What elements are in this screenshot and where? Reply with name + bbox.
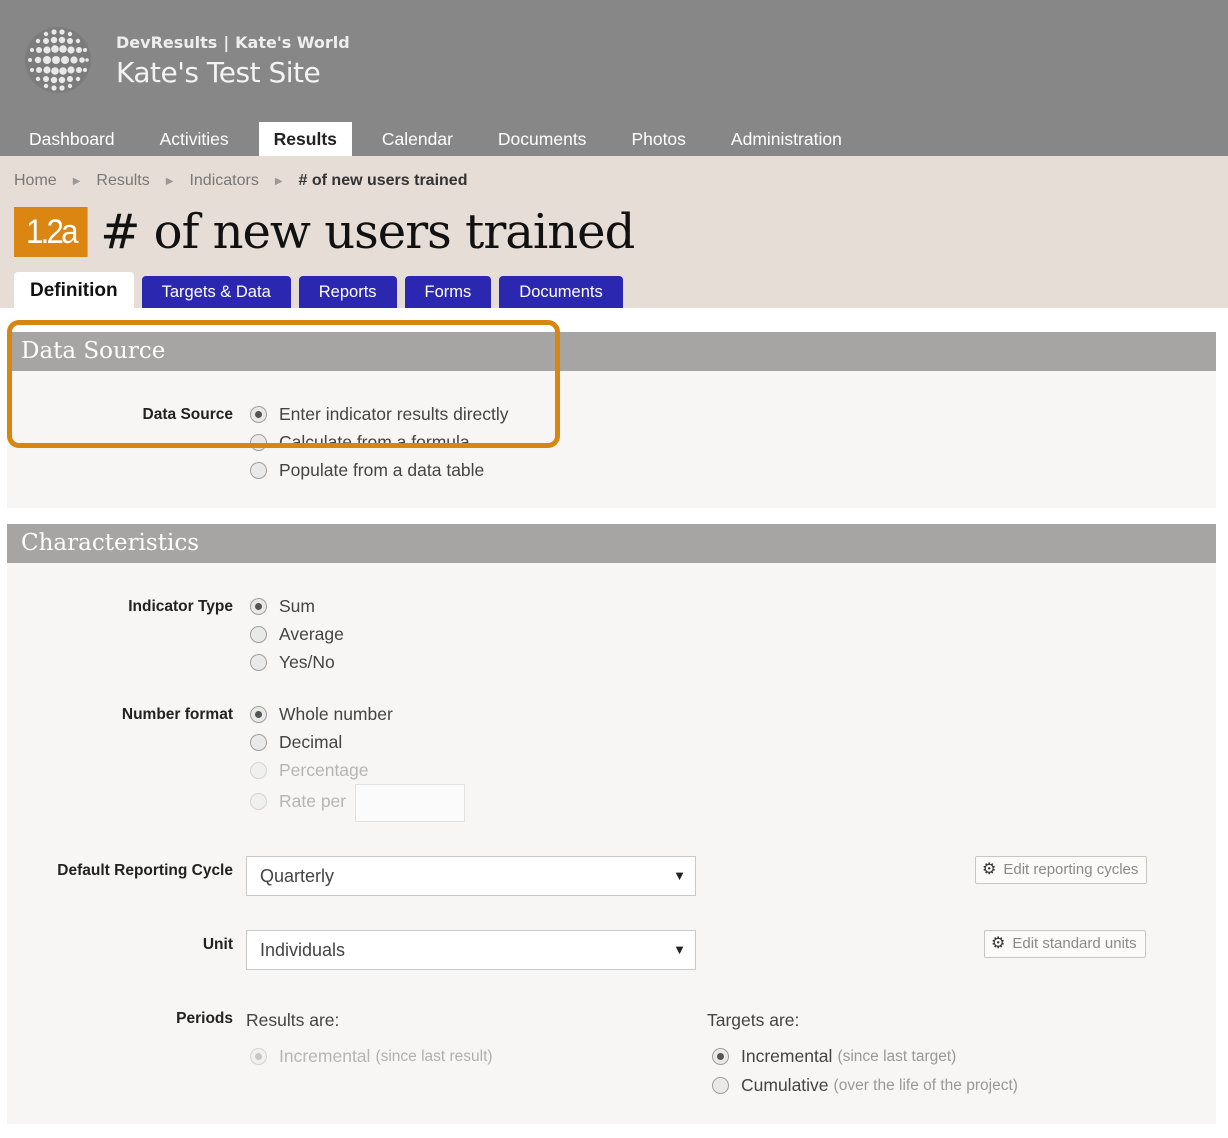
button-label: Edit reporting cycles [1003, 861, 1139, 878]
breadcrumb-indicators[interactable]: Indicators [189, 172, 258, 190]
targets-incremental-option[interactable]: Incremental (since last target) [712, 1046, 956, 1067]
indicator-code-badge: 1.2a [14, 207, 88, 257]
tab-documents[interactable]: Documents [499, 276, 623, 308]
radio-button[interactable] [250, 462, 267, 479]
targets-are-label: Targets are: [707, 1010, 800, 1030]
title-row: 1.2a # of new users trained [14, 204, 635, 260]
breadcrumb-results[interactable]: Results [96, 172, 149, 190]
number-format-whole[interactable]: Whole number [250, 704, 393, 725]
rate-per-input [355, 784, 465, 822]
triangle-right-icon: ▶ [165, 175, 174, 187]
indicator-type-yes-no[interactable]: Yes/No [250, 652, 335, 673]
option-label: Whole number [279, 704, 393, 724]
option-hint: (since last target) [837, 1047, 957, 1065]
indicator-type-average[interactable]: Average [250, 624, 344, 645]
gear-icon: ⚙ [982, 861, 997, 878]
highlight-annotation [7, 320, 560, 448]
breadcrumb-home[interactable]: Home [14, 172, 57, 190]
indicator-type-label: Indicator Type [128, 598, 233, 615]
nav-documents[interactable]: Documents [483, 122, 602, 156]
org-workspace: DevResults | Kate's World [116, 33, 350, 52]
radio-button[interactable] [250, 598, 267, 615]
nav-photos[interactable]: Photos [616, 122, 700, 156]
breadcrumb-current: # of new users trained [298, 172, 468, 189]
page-header-band: Home ▶ Results ▶ Indicators ▶ # of new u… [0, 156, 1228, 308]
workspace-name[interactable]: Kate's World [235, 33, 350, 52]
data-source-option-table[interactable]: Populate from a data table [250, 460, 484, 481]
option-hint: (since last result) [375, 1047, 493, 1065]
results-are-label: Results are: [246, 1010, 340, 1030]
button-label: Edit standard units [1012, 935, 1137, 952]
targets-cumulative-option[interactable]: Cumulative (over the life of the project) [712, 1075, 1018, 1096]
number-format-decimal[interactable]: Decimal [250, 732, 342, 753]
radio-button[interactable] [250, 706, 267, 723]
option-label: Incremental [741, 1046, 833, 1066]
main-nav: Dashboard Activities Results Calendar Do… [14, 122, 872, 156]
option-label: Rate per [279, 791, 347, 811]
radio-button[interactable] [250, 654, 267, 671]
edit-reporting-cycles-button[interactable]: ⚙ Edit reporting cycles [975, 856, 1148, 884]
radio-button[interactable] [712, 1077, 729, 1094]
tab-forms[interactable]: Forms [404, 276, 492, 308]
triangle-right-icon: ▶ [274, 175, 283, 187]
results-incremental-option: Incremental (since last result) [250, 1046, 493, 1067]
option-label: Average [279, 624, 344, 644]
radio-button [250, 793, 267, 810]
number-format-label: Number format [121, 706, 233, 723]
option-label: Sum [279, 596, 315, 616]
org-name[interactable]: DevResults [116, 33, 217, 52]
option-hint: (over the life of the project) [833, 1076, 1018, 1094]
radio-button[interactable] [250, 626, 267, 643]
number-format-rate-per: Rate per [250, 791, 346, 812]
number-format-percentage: Percentage [250, 760, 369, 781]
unit-label: Unit [202, 936, 233, 953]
reporting-cycle-select[interactable]: Quarterly ▼ [246, 856, 696, 896]
tab-targets-data[interactable]: Targets & Data [141, 276, 291, 308]
org-separator: | [223, 33, 230, 52]
app-header: DevResults | Kate's World Kate's Test Site… [0, 0, 1228, 156]
nav-dashboard[interactable]: Dashboard [14, 122, 130, 156]
gear-icon: ⚙ [991, 935, 1006, 952]
globe-dots-logo[interactable] [24, 26, 92, 94]
indicator-type-sum[interactable]: Sum [250, 596, 315, 617]
option-label: Yes/No [279, 652, 335, 672]
option-label: Populate from a data table [279, 460, 485, 480]
triangle-down-icon: ▼ [673, 942, 686, 957]
site-title[interactable]: Kate's Test Site [116, 56, 321, 89]
unit-select[interactable]: Individuals ▼ [246, 930, 696, 970]
breadcrumb: Home ▶ Results ▶ Indicators ▶ # of new u… [14, 172, 467, 190]
option-label: Percentage [279, 760, 369, 780]
indicator-tabs: Definition Targets & Data Reports Forms … [14, 272, 631, 308]
option-label: Cumulative [741, 1075, 829, 1095]
characteristics-heading: Characteristics [7, 524, 1216, 563]
tab-reports[interactable]: Reports [298, 276, 397, 308]
radio-button [250, 1048, 267, 1065]
reporting-cycle-label: Default Reporting Cycle [57, 862, 233, 879]
edit-standard-units-button[interactable]: ⚙ Edit standard units [984, 930, 1146, 958]
nav-results[interactable]: Results [258, 122, 352, 156]
triangle-down-icon: ▼ [673, 868, 686, 883]
radio-button[interactable] [712, 1048, 729, 1065]
triangle-right-icon: ▶ [72, 175, 81, 187]
nav-administration[interactable]: Administration [716, 122, 857, 156]
unit-value: Individuals [260, 940, 346, 960]
periods-label: Periods [176, 1010, 233, 1027]
radio-button [250, 762, 267, 779]
reporting-cycle-value: Quarterly [260, 866, 335, 886]
characteristics-panel: Characteristics Indicator Type Sum Avera… [7, 524, 1216, 1124]
option-label: Incremental [279, 1046, 371, 1066]
radio-button[interactable] [250, 734, 267, 751]
tab-definition[interactable]: Definition [14, 272, 134, 308]
nav-calendar[interactable]: Calendar [367, 122, 468, 156]
page-title: # of new users trained [100, 204, 635, 260]
option-label: Decimal [279, 732, 343, 752]
nav-activities[interactable]: Activities [145, 122, 244, 156]
